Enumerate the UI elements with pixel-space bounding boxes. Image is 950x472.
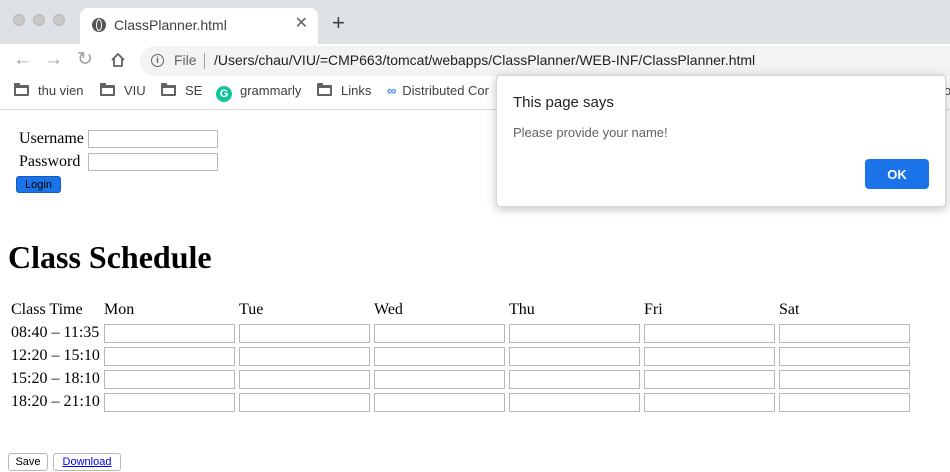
download-button[interactable]: Download	[53, 453, 121, 471]
address-bar[interactable]: i File /Users/chau/VIU/=CMP663/tomcat/we…	[140, 46, 950, 76]
time-slot-label: 18:20 – 21:10	[11, 393, 100, 410]
url-scheme: File	[174, 52, 197, 68]
tab-strip: ClassPlanner.html ✕ +	[0, 0, 950, 44]
bookmark-links[interactable]: Links	[317, 83, 371, 98]
schedule-cell[interactable]	[779, 393, 910, 412]
home-icon[interactable]	[110, 52, 126, 68]
password-label: Password	[19, 153, 81, 170]
schedule-cell[interactable]	[779, 370, 910, 389]
close-window-button[interactable]	[13, 14, 25, 26]
reload-button[interactable]: ↻	[77, 50, 93, 70]
bookmark-se[interactable]: SE	[161, 83, 202, 98]
dialog-message: Please provide your name!	[513, 125, 668, 140]
ok-button[interactable]: OK	[865, 159, 929, 189]
schedule-cell[interactable]	[779, 347, 910, 366]
bookmark-grammarly[interactable]: Ggrammarly	[216, 83, 301, 102]
day-header-5: Sat	[779, 301, 800, 318]
page-title: Class Schedule	[8, 239, 212, 275]
schedule-cell[interactable]	[374, 393, 505, 412]
schedule-cell[interactable]	[509, 324, 640, 343]
globe-icon	[92, 18, 106, 32]
url-text[interactable]: /Users/chau/VIU/=CMP663/tomcat/webapps/C…	[214, 52, 755, 68]
schedule-cell[interactable]	[104, 347, 235, 366]
time-slot-label: 08:40 – 11:35	[11, 324, 100, 341]
username-input[interactable]	[88, 130, 218, 148]
forward-button[interactable]: →	[44, 50, 63, 70]
bookmark-distributed[interactable]: ∞ Distributed Cor	[387, 83, 489, 98]
login-button[interactable]: Login	[16, 176, 61, 193]
schedule-cell[interactable]	[239, 370, 370, 389]
info-icon[interactable]: i	[151, 54, 164, 67]
schedule-cell[interactable]	[104, 324, 235, 343]
close-tab-icon[interactable]: ✕	[295, 15, 308, 33]
folder-icon	[317, 83, 332, 96]
schedule-cell[interactable]	[644, 324, 775, 343]
day-header-2: Wed	[374, 301, 403, 318]
schedule-cell[interactable]	[239, 347, 370, 366]
day-header-1: Tue	[239, 301, 264, 318]
url-separator	[204, 53, 205, 69]
tab-title: ClassPlanner.html	[114, 17, 227, 33]
schedule-cell[interactable]	[104, 370, 235, 389]
schedule-cell[interactable]	[779, 324, 910, 343]
day-header-3: Thu	[509, 301, 535, 318]
back-button[interactable]: ←	[13, 50, 32, 70]
dialog-title: This page says	[513, 94, 614, 111]
link-icon: ∞	[387, 83, 397, 98]
bookmark-viu[interactable]: VIU	[100, 83, 146, 98]
minimize-window-button[interactable]	[33, 14, 45, 26]
schedule-cell[interactable]	[644, 347, 775, 366]
browser-tab[interactable]: ClassPlanner.html ✕	[80, 8, 318, 44]
schedule-cell[interactable]	[509, 347, 640, 366]
time-slot-label: 12:20 – 15:10	[11, 347, 100, 364]
password-input[interactable]	[88, 153, 218, 171]
bookmark-thu-vien[interactable]: thu vien	[14, 83, 84, 98]
time-slot-label: 15:20 – 18:10	[11, 370, 100, 387]
browser-toolbar: ← → ↻ i File /Users/chau/VIU/=CMP663/tom…	[0, 44, 950, 78]
time-column-header: Class Time	[11, 301, 83, 318]
schedule-cell[interactable]	[374, 370, 505, 389]
grammarly-icon: G	[216, 86, 232, 102]
schedule-cell[interactable]	[374, 347, 505, 366]
save-button[interactable]: Save	[8, 453, 48, 471]
day-header-0: Mon	[104, 301, 135, 318]
new-tab-button[interactable]: +	[332, 12, 345, 34]
alert-dialog: This page says Please provide your name!…	[496, 75, 946, 207]
schedule-cell[interactable]	[509, 370, 640, 389]
day-header-4: Fri	[644, 301, 663, 318]
schedule-cell[interactable]	[239, 393, 370, 412]
username-label: Username	[19, 130, 84, 147]
folder-icon	[14, 83, 29, 96]
schedule-cell[interactable]	[644, 393, 775, 412]
folder-icon	[100, 83, 115, 96]
schedule-cell[interactable]	[374, 324, 505, 343]
schedule-cell[interactable]	[644, 370, 775, 389]
schedule-cell[interactable]	[104, 393, 235, 412]
schedule-cell[interactable]	[239, 324, 370, 343]
folder-icon	[161, 83, 176, 96]
zoom-window-button[interactable]	[53, 14, 65, 26]
schedule-cell[interactable]	[509, 393, 640, 412]
